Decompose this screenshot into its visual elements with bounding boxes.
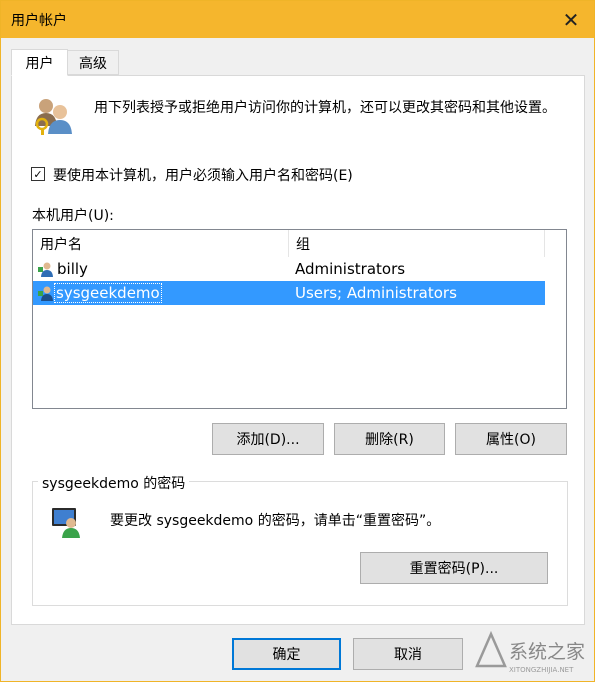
- watermark-logo: 系统之家 XITONGZHIJIA.NET: [475, 630, 585, 674]
- window-title: 用户帐户: [11, 13, 67, 29]
- watermark-subtext: XITONGZHIJIA.NET: [509, 666, 574, 674]
- users-icon: [35, 99, 72, 135]
- users-tab-panel: 用下列表授予或拒绝用户访问你的计算机，还可以更改其密码和其他设置。 ✓ 要使用本…: [11, 75, 585, 625]
- column-header-username[interactable]: 用户名: [33, 230, 289, 257]
- checkmark-icon: ✓: [33, 167, 43, 181]
- table-row[interactable]: sysgeekdemo Users; Administrators: [33, 281, 545, 305]
- title-bar: 用户帐户 ✕: [1, 1, 594, 38]
- tab-advanced[interactable]: 高级: [67, 50, 119, 75]
- column-header-group[interactable]: 组: [289, 230, 545, 257]
- user-name-cell: sysgeekdemo: [54, 283, 162, 303]
- properties-button[interactable]: 属性(O): [455, 423, 567, 455]
- ok-button[interactable]: 确定: [232, 638, 341, 670]
- reset-password-button[interactable]: 重置密码(P)...: [360, 552, 548, 584]
- watermark-text: 系统之家: [509, 641, 585, 663]
- user-list[interactable]: 用户名 组 billy Administrators sysgeekdemo U…: [32, 229, 567, 409]
- user-name-cell: billy: [57, 260, 88, 278]
- intro-description: 用下列表授予或拒绝用户访问你的计算机，还可以更改其密码和其他设置。: [94, 100, 556, 116]
- user-group-cell: Users; Administrators: [295, 284, 457, 302]
- close-icon: ✕: [562, 7, 580, 32]
- password-group-title: sysgeekdemo 的密码: [38, 473, 190, 493]
- table-row[interactable]: billy Administrators: [33, 257, 545, 281]
- add-user-button[interactable]: 添加(D)...: [212, 423, 324, 455]
- user-password-icon: [52, 508, 80, 538]
- local-users-label: 本机用户(U):: [32, 208, 114, 224]
- password-group-box: [32, 481, 568, 606]
- close-button[interactable]: ✕: [548, 1, 594, 38]
- tab-users[interactable]: 用户: [11, 49, 68, 76]
- require-login-checkbox[interactable]: ✓: [31, 167, 45, 181]
- list-header: 用户名 组: [33, 230, 566, 257]
- user-group-cell: Administrators: [295, 260, 406, 278]
- password-description: 要更改 sysgeekdemo 的密码，请单击“重置密码”。: [110, 513, 441, 529]
- user-icon: [38, 286, 53, 301]
- user-accounts-window: 用户帐户 ✕ 用户 高级 用下列表授予或拒绝用户访问你的计算机，还可以更改其密码…: [0, 0, 595, 682]
- require-login-label[interactable]: 要使用本计算机，用户必须输入用户名和密码(E): [53, 165, 353, 185]
- user-icon: [38, 262, 53, 277]
- remove-user-button[interactable]: 删除(R): [334, 423, 445, 455]
- cancel-button[interactable]: 取消: [353, 638, 463, 670]
